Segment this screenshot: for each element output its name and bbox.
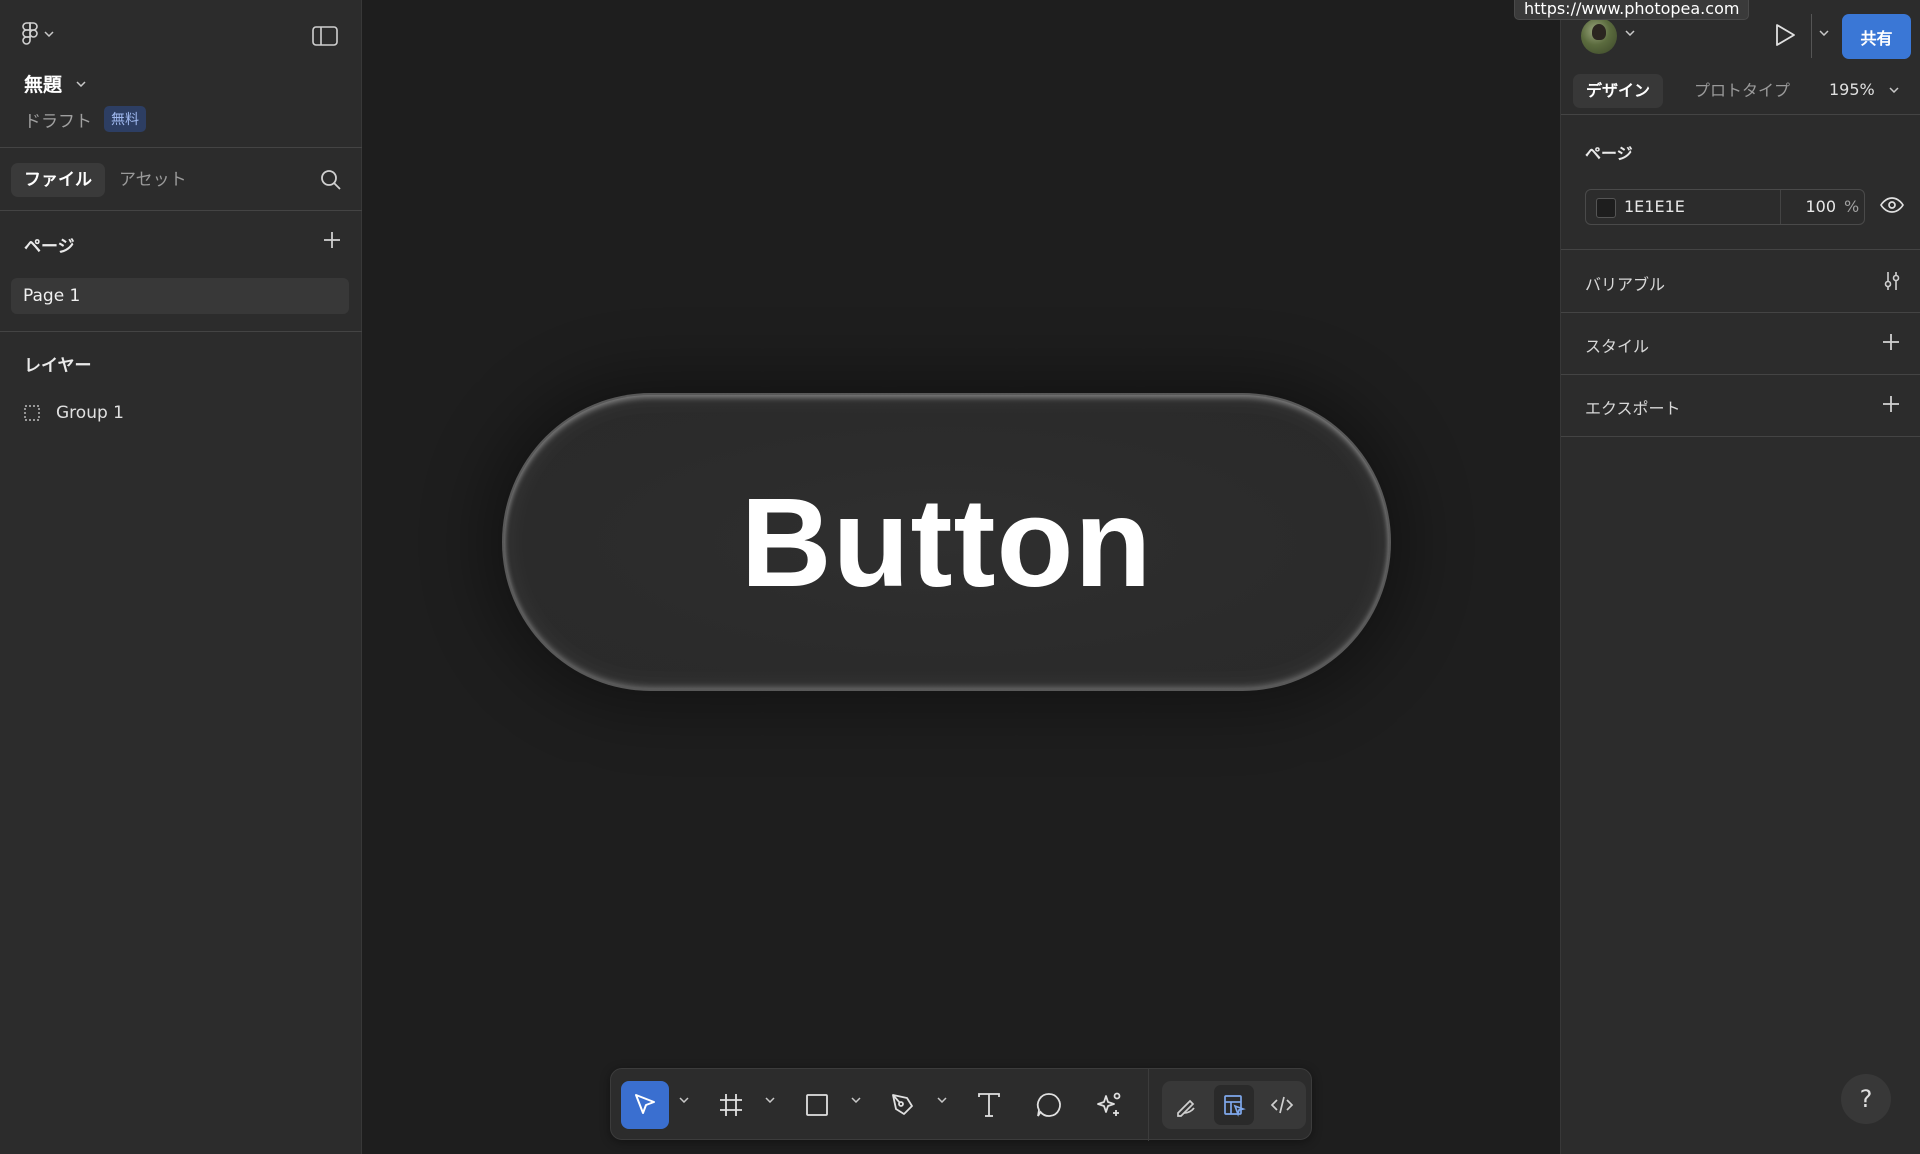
toolbar-divider — [1148, 1069, 1149, 1141]
canvas-button-label: Button — [740, 471, 1153, 613]
zoom-level: 195% — [1829, 80, 1875, 99]
help-button[interactable]: ? — [1841, 1074, 1891, 1124]
page-item[interactable]: Page 1 — [11, 278, 349, 314]
sliders-icon — [1884, 272, 1900, 290]
sidebar-panel-icon — [312, 26, 338, 46]
plan-badge[interactable]: 無料 — [104, 106, 146, 132]
zoom-dropdown[interactable]: 195% — [1829, 80, 1899, 99]
present-button[interactable] — [1773, 22, 1797, 52]
text-T-icon — [978, 1093, 1000, 1117]
variables-settings-button[interactable] — [1881, 270, 1903, 296]
opacity-unit: % — [1844, 197, 1860, 216]
search-button[interactable] — [320, 169, 342, 195]
chevron-down-icon[interactable] — [765, 1097, 775, 1103]
bottom-toolbar — [610, 1068, 1312, 1141]
file-title: 無題 — [24, 74, 63, 96]
plus-icon — [1883, 396, 1899, 412]
layer-item[interactable]: Group 1 — [24, 403, 344, 423]
frame-tool[interactable] — [707, 1081, 755, 1129]
speech-bubble-icon — [1036, 1093, 1061, 1117]
actions-tool[interactable] — [1085, 1081, 1133, 1129]
add-page-button[interactable] — [322, 230, 342, 254]
color-swatch[interactable] — [1596, 198, 1616, 218]
tab-prototype[interactable]: プロトタイプ — [1681, 74, 1803, 108]
add-export-button[interactable] — [1881, 394, 1901, 418]
right-panel: 共有 デザイン プロトタイプ 195% ページ 1E1E1E 100 % バリア… — [1560, 0, 1920, 1154]
play-icon — [1776, 24, 1795, 46]
pages-title: ページ — [24, 237, 75, 257]
tab-file[interactable]: ファイル — [11, 163, 105, 197]
visibility-toggle[interactable] — [1880, 196, 1904, 218]
sparkle-icon — [1097, 1092, 1121, 1116]
styles-title: スタイル — [1585, 337, 1650, 356]
opacity-input[interactable]: 100 — [1794, 190, 1836, 224]
hex-input[interactable]: 1E1E1E — [1624, 190, 1774, 224]
toggle-sidebar-button[interactable] — [312, 26, 338, 50]
plus-icon — [1883, 334, 1899, 350]
left-tabs: ファイル アセット — [0, 149, 362, 211]
comment-tool[interactable] — [1025, 1081, 1073, 1129]
file-header: 無題 ドラフト 無料 — [0, 0, 362, 148]
export-title: エクスポート — [1585, 399, 1681, 418]
page-section-title: ページ — [1585, 144, 1633, 163]
chevron-down-icon[interactable] — [851, 1097, 861, 1103]
figma-logo-icon — [22, 22, 38, 45]
variables-title: バリアブル — [1585, 275, 1666, 294]
draw-mode-button[interactable] — [1166, 1085, 1206, 1125]
play-divider — [1811, 14, 1812, 58]
page-color-field: 1E1E1E 100 % — [1585, 189, 1865, 225]
move-tool[interactable] — [621, 1081, 669, 1129]
figma-app: https://www.photopea.com 無題 ドラフト 無料 ファイル… — [0, 0, 1920, 1154]
rectangle-icon — [806, 1094, 828, 1116]
draft-label: ドラフト — [24, 111, 92, 132]
chevron-down-icon[interactable] — [937, 1097, 947, 1103]
dev-code-icon — [1270, 1096, 1294, 1114]
file-meta: ドラフト 無料 — [24, 106, 146, 132]
plus-icon — [324, 232, 340, 248]
styles-section: スタイル — [1561, 313, 1920, 375]
chevron-down-icon — [76, 80, 86, 87]
mode-switcher — [1162, 1081, 1306, 1129]
shape-tool[interactable] — [793, 1081, 841, 1129]
field-divider — [1780, 190, 1781, 224]
canvas[interactable]: Button — [363, 0, 1560, 1154]
canvas-button-shape[interactable]: Button — [502, 393, 1391, 691]
layers-title: レイヤー — [24, 356, 92, 376]
group-dashed-icon — [24, 405, 40, 421]
design-mode-button[interactable] — [1214, 1085, 1254, 1125]
page-properties: ページ 1E1E1E 100 % — [1561, 116, 1920, 250]
draw-icon — [1177, 1099, 1195, 1117]
eye-icon — [1880, 197, 1904, 213]
pen-nib-icon — [892, 1094, 913, 1115]
export-section: エクスポート — [1561, 375, 1920, 437]
chevron-down-icon — [44, 31, 54, 37]
share-button[interactable]: 共有 — [1842, 14, 1911, 59]
frame-grid-icon — [720, 1094, 742, 1116]
main-menu-button[interactable] — [22, 22, 54, 46]
user-avatar[interactable] — [1581, 18, 1617, 54]
pages-section: ページ Page 1 — [0, 212, 362, 332]
chevron-down-icon[interactable] — [679, 1097, 689, 1103]
search-icon — [321, 170, 341, 190]
chevron-down-icon — [1889, 86, 1899, 93]
file-title-menu[interactable]: 無題 — [24, 70, 86, 97]
tab-assets[interactable]: アセット — [106, 163, 200, 197]
cursor-arrow-icon — [635, 1094, 655, 1114]
text-tool[interactable] — [965, 1081, 1013, 1129]
url-tooltip: https://www.photopea.com — [1514, 0, 1750, 20]
chevron-down-icon[interactable] — [1819, 30, 1829, 36]
design-icon — [1224, 1095, 1246, 1117]
chevron-down-icon[interactable] — [1625, 30, 1635, 36]
variables-section: バリアブル — [1561, 251, 1920, 313]
tab-design[interactable]: デザイン — [1573, 74, 1664, 108]
add-style-button[interactable] — [1881, 332, 1901, 356]
left-panel: 無題 ドラフト 無料 ファイル アセット ページ Page 1 レイヤー Gro… — [0, 0, 362, 1154]
layer-label: Group 1 — [56, 403, 124, 423]
dev-mode-button[interactable] — [1262, 1085, 1302, 1125]
pen-tool[interactable] — [879, 1081, 927, 1129]
